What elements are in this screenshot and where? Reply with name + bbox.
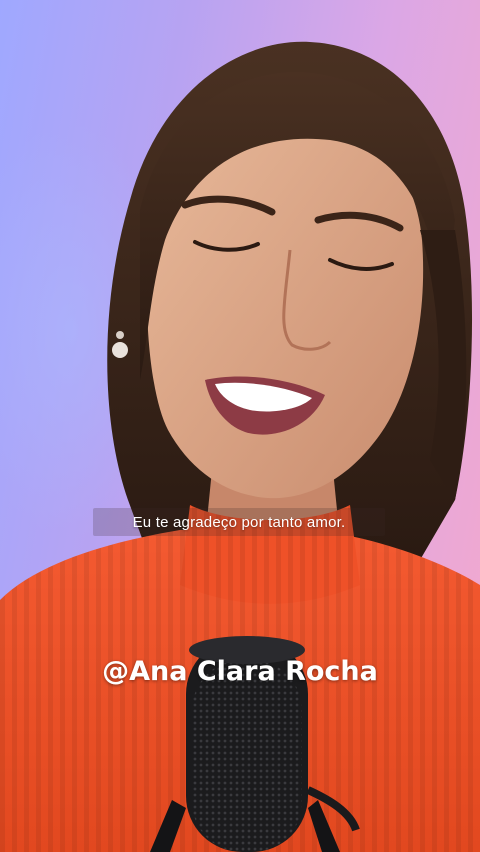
creator-handle: @Ana Clara Rocha: [102, 656, 378, 687]
earring: [112, 342, 128, 358]
video-frame[interactable]: Eu te agradeço por tanto amor. @Ana Clar…: [0, 0, 480, 852]
subtitle-box: Eu te agradeço por tanto amor.: [93, 508, 385, 536]
subtitle-text: Eu te agradeço por tanto amor.: [132, 513, 346, 531]
video-scene: [0, 41, 480, 852]
